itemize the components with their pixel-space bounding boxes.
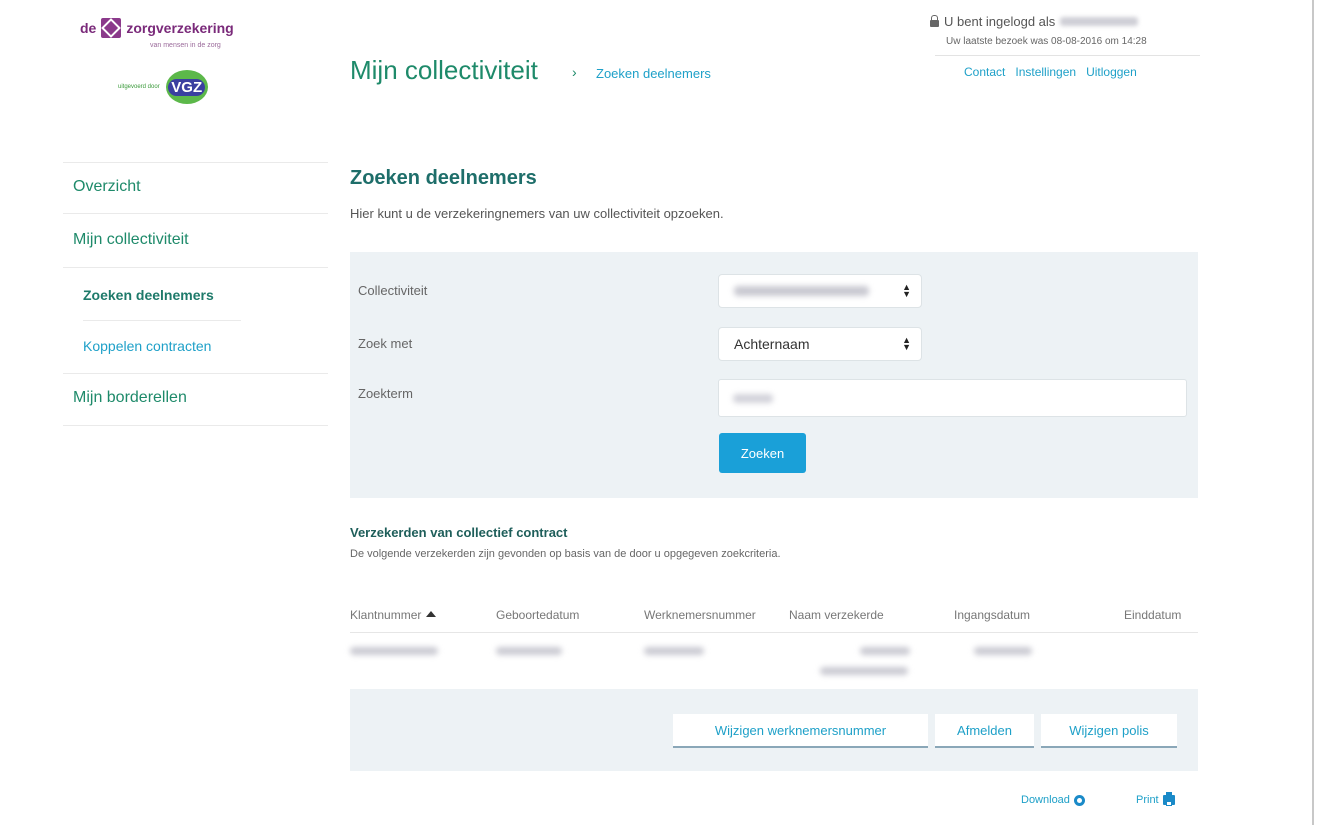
- select-arrows-icon: ▲ ▼: [902, 282, 911, 299]
- results-subtext: De volgende verzekerden zijn gevonden op…: [350, 548, 781, 560]
- section-intro: Hier kunt u de verzekeringnemers van uw …: [350, 206, 724, 221]
- redacted-cell: [820, 667, 908, 675]
- nav-divider: [63, 213, 328, 214]
- nav-divider: [63, 373, 328, 374]
- collectiviteit-label: Collectiviteit: [358, 283, 428, 298]
- redacted-zoekterm: [733, 393, 773, 403]
- redacted-cell: [974, 647, 1032, 655]
- sidebar-item-zoeken-deelnemers[interactable]: Zoeken deelnemers: [83, 287, 214, 303]
- brand-tagline: van mensen in de zorg: [150, 42, 221, 49]
- lock-icon: [930, 15, 939, 27]
- settings-link[interactable]: Instellingen: [1015, 65, 1076, 79]
- results-heading: Verzekerden van collectief contract: [350, 525, 568, 540]
- nav-divider: [63, 267, 328, 268]
- afmelden-button[interactable]: Afmelden: [935, 714, 1034, 748]
- sidebar-item-mijn-borderellen[interactable]: Mijn borderellen: [73, 389, 187, 407]
- vgz-logo-icon: VGZ: [165, 70, 208, 104]
- partner-caption: uitgevoerd door: [118, 84, 160, 90]
- zoek-met-value: Achternaam: [734, 336, 810, 352]
- column-einddatum[interactable]: Einddatum: [1124, 608, 1181, 622]
- redacted-cell: [350, 647, 438, 655]
- select-arrows-icon: ▲ ▼: [902, 335, 911, 352]
- nav-divider: [63, 162, 328, 163]
- redacted-cell: [644, 647, 704, 655]
- brand-mark-icon: [101, 18, 122, 38]
- zoek-met-select[interactable]: Achternaam ▲ ▼: [718, 327, 922, 361]
- brand-name: zorgverzekering: [126, 20, 234, 36]
- login-status: U bent ingelogd als: [930, 14, 1139, 29]
- print-label: Print: [1136, 794, 1159, 806]
- wijzigen-polis-button[interactable]: Wijzigen polis: [1041, 714, 1177, 748]
- section-heading: Zoeken deelnemers: [350, 167, 537, 189]
- top-links: Contact Instellingen Uitloggen: [964, 65, 1137, 79]
- redacted-cell: [860, 647, 910, 655]
- login-text: U bent ingelogd als: [944, 14, 1056, 29]
- column-ingangsdatum[interactable]: Ingangsdatum: [954, 608, 1030, 622]
- redacted-username: [1060, 17, 1139, 26]
- redacted-cell: [496, 647, 562, 655]
- search-button[interactable]: Zoeken: [719, 433, 806, 473]
- nav-divider: [63, 425, 328, 426]
- sidebar-item-mijn-collectiviteit[interactable]: Mijn collectiviteit: [73, 231, 189, 249]
- zoekterm-label: Zoekterm: [358, 386, 413, 401]
- zoekterm-input[interactable]: [718, 379, 1187, 417]
- column-klantnummer[interactable]: Klantnummer: [350, 608, 437, 622]
- column-werknemersnummer[interactable]: Werknemersnummer: [644, 608, 756, 622]
- print-link[interactable]: Print: [1136, 792, 1175, 806]
- download-icon: [1073, 794, 1085, 806]
- sidebar-item-koppelen-contracten[interactable]: Koppelen contracten: [83, 338, 211, 354]
- download-label: Download: [1021, 794, 1070, 806]
- redacted-collectiviteit: [734, 286, 869, 296]
- brand-logo[interactable]: de zorgverzekering: [80, 18, 234, 38]
- column-naam-verzekerde[interactable]: Naam verzekerde: [789, 608, 884, 622]
- collectiviteit-select[interactable]: ▲ ▼: [718, 274, 922, 308]
- nav-divider: [83, 320, 241, 321]
- last-visit: Uw laatste bezoek was 08-08-2016 om 14:2…: [946, 36, 1147, 47]
- breadcrumb-current[interactable]: Zoeken deelnemers: [596, 66, 711, 81]
- zoek-met-label: Zoek met: [358, 336, 413, 351]
- brand-prefix: de: [80, 20, 97, 36]
- window-edge: [1312, 0, 1314, 825]
- logout-link[interactable]: Uitloggen: [1086, 65, 1137, 79]
- partner-logo: uitgevoerd door VGZ: [118, 70, 208, 104]
- printer-icon: [1162, 792, 1175, 806]
- contact-link[interactable]: Contact: [964, 65, 1005, 79]
- table-row[interactable]: [350, 633, 1198, 688]
- header-divider: [935, 55, 1200, 56]
- page-title: Mijn collectiviteit: [350, 55, 538, 85]
- sidebar-item-overzicht[interactable]: Overzicht: [73, 178, 141, 196]
- sort-ascending-icon: [426, 610, 437, 617]
- breadcrumb-chevron-icon: ›: [572, 64, 577, 80]
- column-geboortedatum[interactable]: Geboortedatum: [496, 608, 579, 622]
- download-link[interactable]: Download: [1021, 794, 1085, 806]
- wijzigen-werknemersnummer-button[interactable]: Wijzigen werknemersnummer: [673, 714, 928, 748]
